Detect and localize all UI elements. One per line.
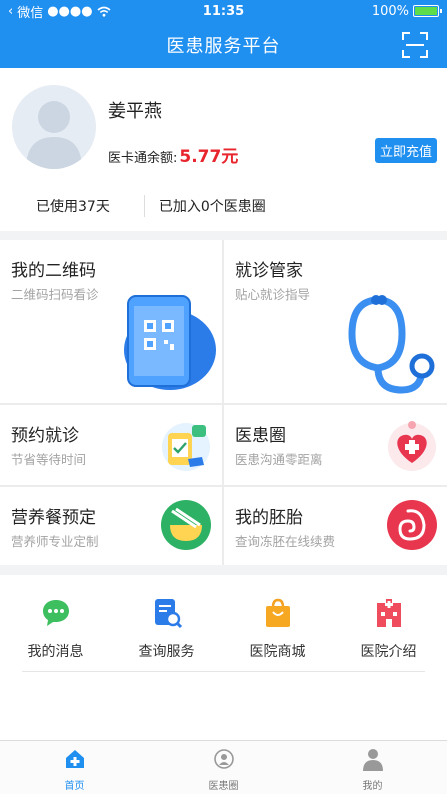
- circle-people-icon: [213, 749, 234, 769]
- tile-visit-butler[interactable]: 就诊管家 贴心就诊指导: [224, 240, 447, 403]
- status-right: 100%: [371, 3, 442, 19]
- tile-title: 医患圈: [235, 426, 286, 446]
- home-plus-icon: [65, 750, 84, 768]
- back-arrow-icon[interactable]: ‹: [8, 4, 13, 19]
- tile-appointment[interactable]: 预约就诊 节省等待时间: [0, 405, 222, 485]
- tile-patient-circle[interactable]: 医患圈 医患沟通零距离: [224, 405, 447, 485]
- service-hospital-mall[interactable]: 医院商城: [222, 597, 333, 661]
- tile-subtitle: 医患沟通零距离: [235, 452, 323, 467]
- search-document-icon: [154, 599, 182, 629]
- tile-title: 我的二维码: [11, 261, 96, 281]
- tile-subtitle: 二维码扫码看诊: [11, 287, 99, 302]
- battery-icon: [413, 5, 442, 17]
- hospital-icon: [376, 599, 401, 627]
- tile-title: 预约就诊: [11, 426, 79, 446]
- grid-divider-horizontal: [0, 485, 447, 487]
- profile-stats: 已使用37天 已加入0个医患圈: [0, 188, 447, 224]
- scan-icon[interactable]: [401, 31, 429, 59]
- stats-divider: [143, 195, 145, 217]
- tab-label: 首页: [64, 781, 85, 792]
- user-name: 姜平燕: [108, 101, 162, 122]
- tile-subtitle: 营养师专业定制: [11, 534, 99, 549]
- message-icon: [42, 600, 69, 626]
- nav-bar: 医患服务平台: [0, 22, 447, 68]
- service-label: 查询服务: [138, 644, 195, 660]
- tab-bar: 首页 医患圈 我的: [0, 740, 447, 794]
- service-query[interactable]: 查询服务: [111, 597, 222, 661]
- tab-mine[interactable]: 我的: [298, 741, 447, 794]
- tile-my-embryo[interactable]: 我的胚胎 查询冻胚在线续费: [224, 487, 447, 565]
- balance-row: 医卡通余额: 5.77元: [108, 142, 238, 167]
- service-hospital-intro[interactable]: 医院介绍: [333, 597, 444, 661]
- profile-card: 姜平燕 医卡通余额: 5.77元 立即充值 已使用37天 已加入0个医患圈: [0, 68, 447, 231]
- service-label: 我的消息: [27, 644, 84, 660]
- avatar[interactable]: [12, 85, 96, 169]
- tile-subtitle: 贴心就诊指导: [235, 287, 311, 302]
- tile-subtitle: 节省等待时间: [11, 452, 87, 467]
- balance-value: 5.77元: [179, 147, 239, 167]
- person-icon: [362, 749, 383, 771]
- meal-bowl-icon: [161, 500, 211, 550]
- balance-label: 医卡通余额:: [108, 151, 178, 166]
- page-title: 医患服务平台: [166, 36, 281, 57]
- status-bar: ‹ 微信 ●●●● 11:35 100%: [0, 0, 447, 22]
- wifi-icon: [97, 6, 111, 17]
- feature-grid: 我的二维码 二维码扫码看诊 就诊管家 贴心就诊指导 预约就诊 节省等待时间 医患…: [0, 240, 447, 565]
- grid-divider-horizontal: [0, 403, 447, 405]
- service-shortcuts: 我的消息 查询服务 医院商城 医院介绍: [0, 575, 447, 740]
- stethoscope-icon: [348, 295, 435, 394]
- tab-label: 我的: [362, 781, 383, 792]
- phone-qrcode-icon: [124, 295, 216, 390]
- tile-title: 营养餐预定: [11, 508, 96, 528]
- tile-my-qrcode[interactable]: 我的二维码 二维码扫码看诊: [0, 240, 222, 403]
- embryo-icon: [387, 500, 437, 550]
- tile-title: 我的胚胎: [235, 508, 303, 528]
- default-avatar-icon: [26, 101, 82, 169]
- service-label: 医院商城: [249, 644, 306, 660]
- tab-patient-circle[interactable]: 医患圈: [149, 741, 298, 794]
- circles-joined[interactable]: 已加入0个医患圈: [159, 196, 266, 216]
- service-label: 医院介绍: [360, 644, 417, 660]
- calendar-phone-icon: [162, 423, 210, 471]
- status-left: ‹ 微信 ●●●●: [8, 2, 111, 21]
- days-used: 已使用37天: [36, 199, 110, 215]
- tile-subtitle: 查询冻胚在线续费: [235, 534, 336, 549]
- tab-label: 医患圈: [208, 781, 239, 792]
- tab-home[interactable]: 首页: [0, 741, 149, 794]
- service-my-messages[interactable]: 我的消息: [0, 597, 111, 661]
- carrier-label: 微信: [17, 5, 44, 21]
- signal-dots: ●●●●: [47, 3, 93, 19]
- recharge-button[interactable]: 立即充值: [374, 138, 437, 163]
- shopping-bag-icon: [265, 598, 290, 627]
- services-divider: [22, 671, 425, 672]
- battery-percent: 100%: [371, 3, 409, 19]
- heart-medical-icon: [388, 421, 436, 471]
- tile-title: 就诊管家: [235, 261, 303, 281]
- tile-nutrition-meal[interactable]: 营养餐预定 营养师专业定制: [0, 487, 222, 565]
